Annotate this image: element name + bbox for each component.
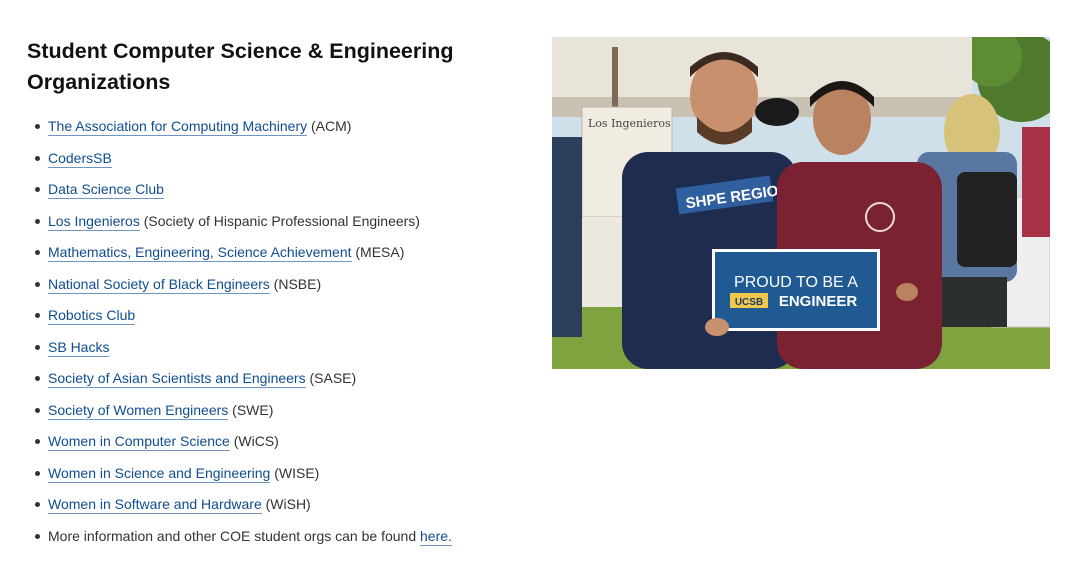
more-info-text: More information and other COE student o… xyxy=(48,527,420,544)
orgs-section: Student Computer Science & Engineering O… xyxy=(27,36,527,557)
list-item: Mathematics, Engineering, Science Achiev… xyxy=(27,242,527,274)
org-link-sb-hacks[interactable]: SB Hacks xyxy=(48,338,110,357)
list-item: Society of Asian Scientists and Engineer… xyxy=(27,368,527,400)
list-item: Women in Science and Engineering (WISE) xyxy=(27,463,527,495)
list-item: The Association for Computing Machinery … xyxy=(27,116,527,148)
more-info-link[interactable]: here. xyxy=(420,527,452,546)
list-item: SB Hacks xyxy=(27,337,527,369)
org-link-robotics[interactable]: Robotics Club xyxy=(48,307,136,325)
students-photo: Los Ingenieros SHPE REGION PROUD TO BE A xyxy=(552,37,1050,369)
list-item: CodersSB xyxy=(27,148,527,180)
list-item: Society of Women Engineers (SWE) xyxy=(27,400,527,432)
list-item: Los Ingenieros (Society of Hispanic Prof… xyxy=(27,211,527,243)
list-item: National Society of Black Engineers (NSB… xyxy=(27,274,527,306)
org-link-wics[interactable]: Women in Computer Science xyxy=(48,433,230,451)
org-link-wise[interactable]: Women in Science and Engineering xyxy=(48,464,271,483)
sign-badge: UCSB xyxy=(735,297,763,308)
org-link-sase[interactable]: Society of Asian Scientists and Engineer… xyxy=(48,370,306,388)
org-link-mesa[interactable]: Mathematics, Engineering, Science Achiev… xyxy=(48,244,352,262)
org-link-los-ingenieros[interactable]: Los Ingenieros xyxy=(48,212,140,231)
list-item: Data Science Club xyxy=(27,179,527,211)
list-item: More information and other COE student o… xyxy=(27,526,527,558)
list-item: Women in Computer Science (WiCS) xyxy=(27,431,527,463)
org-link-nsbe[interactable]: National Society of Black Engineers xyxy=(48,275,270,294)
section-title: Student Computer Science & Engineering O… xyxy=(27,39,454,94)
org-link-swe[interactable]: Society of Women Engineers xyxy=(48,401,229,420)
list-item: Robotics Club xyxy=(27,305,527,337)
orgs-list: The Association for Computing Machinery … xyxy=(27,116,527,557)
tent-sign-text: Los Ingenieros xyxy=(588,117,671,130)
sign-line2: ENGINEER xyxy=(779,293,858,310)
sign-line1: PROUD TO BE A xyxy=(734,274,858,291)
org-link-coderssb[interactable]: CodersSB xyxy=(48,149,112,168)
org-link-wish[interactable]: Women in Software and Hardware xyxy=(48,496,262,514)
list-item: Women in Software and Hardware (WiSH) xyxy=(27,494,527,526)
org-link-data-science[interactable]: Data Science Club xyxy=(48,181,164,199)
org-link-acm[interactable]: The Association for Computing Machinery xyxy=(48,118,308,136)
